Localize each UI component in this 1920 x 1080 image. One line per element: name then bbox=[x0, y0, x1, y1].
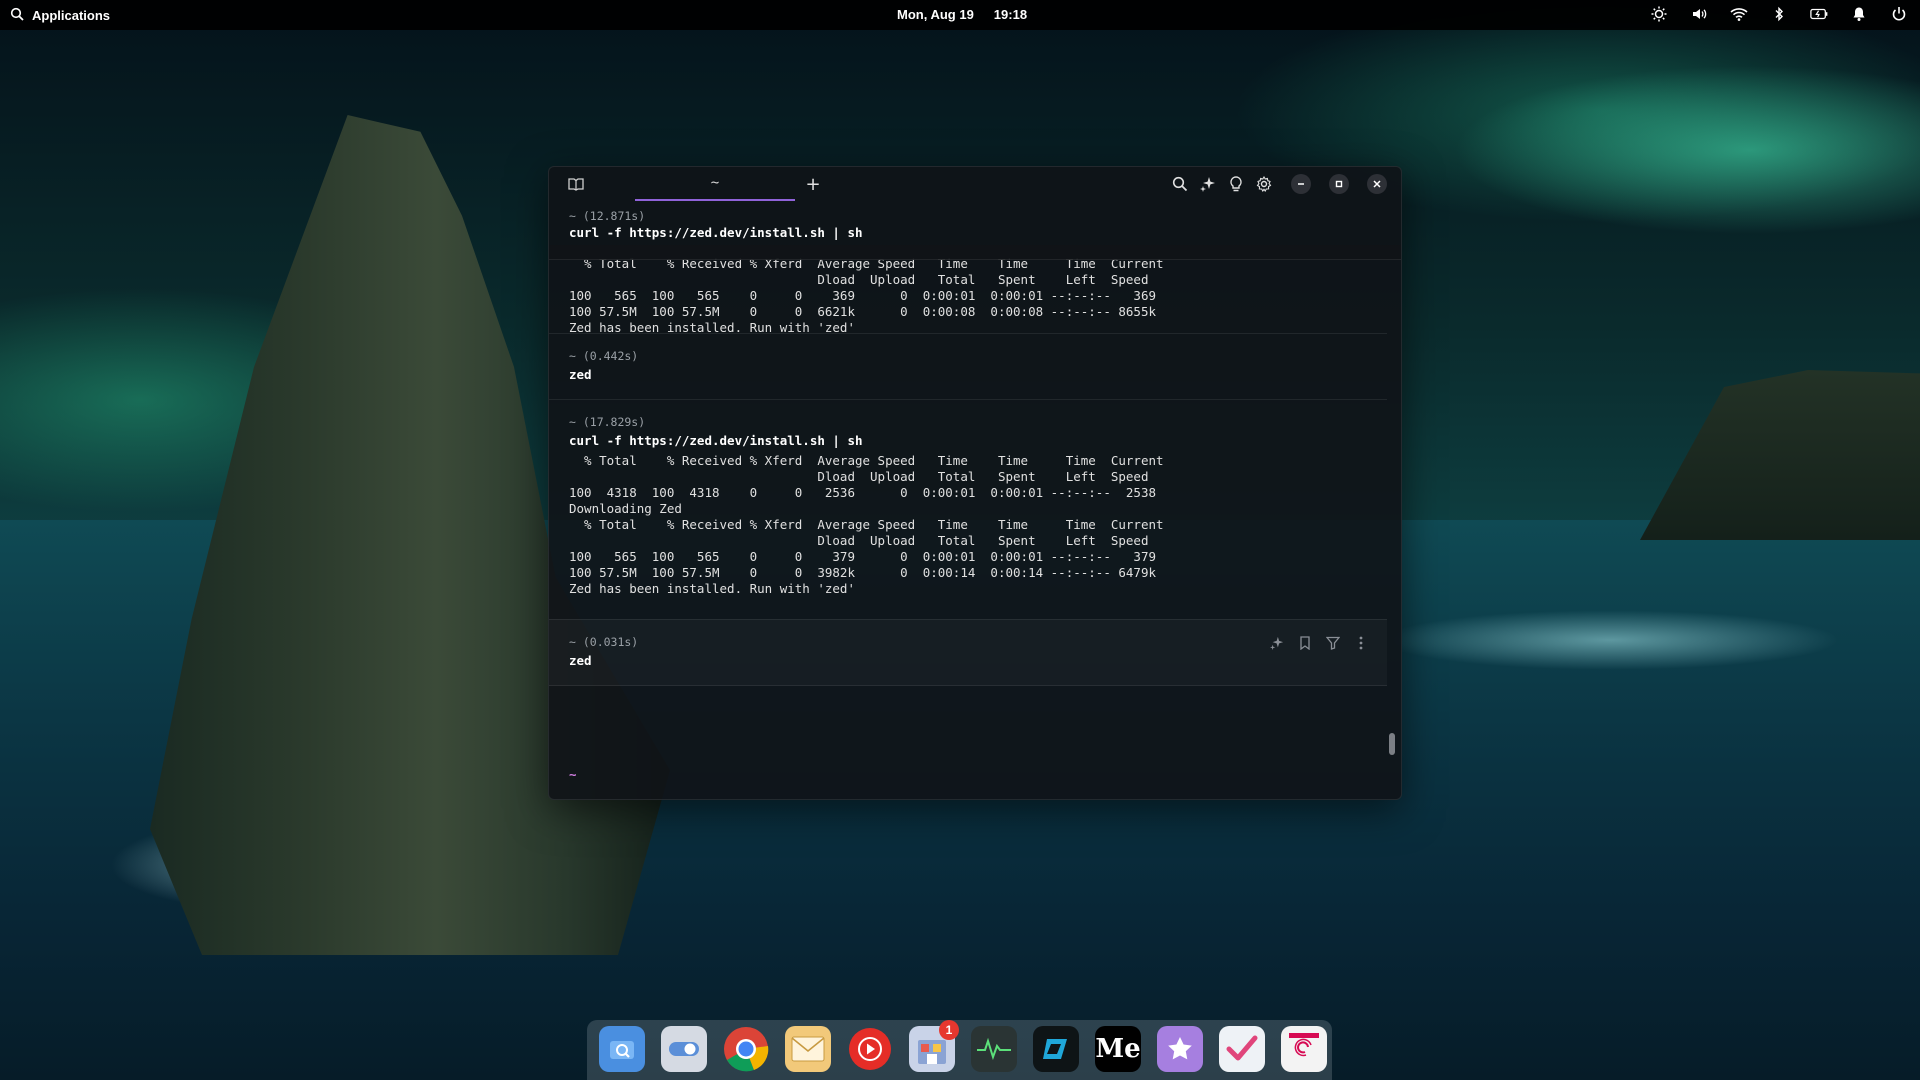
dock-app-monitor[interactable] bbox=[971, 1026, 1017, 1072]
checkmark-icon bbox=[1226, 1035, 1258, 1063]
toggle-icon bbox=[668, 1039, 700, 1059]
applications-menu[interactable]: Applications bbox=[10, 7, 110, 24]
book-icon[interactable] bbox=[567, 175, 585, 193]
magnifier-folder-icon bbox=[607, 1034, 637, 1064]
block-output: % Total % Received % Xferd Average Speed… bbox=[569, 256, 1164, 336]
dock-app-settings[interactable] bbox=[661, 1026, 707, 1072]
dock-app-debian[interactable] bbox=[1281, 1026, 1327, 1072]
terminal-output[interactable]: ~ (12.871s) curl -f https://zed.dev/inst… bbox=[549, 201, 1401, 799]
terminal-window: ~ + ~ (12.871s) curl -f https://zed.dev/… bbox=[548, 166, 1402, 800]
new-tab-button[interactable]: + bbox=[804, 175, 822, 193]
command-block[interactable]: ~ (17.829s) curl -f https://zed.dev/inst… bbox=[549, 399, 1387, 620]
play-icon bbox=[848, 1027, 892, 1071]
battery-icon[interactable] bbox=[1810, 5, 1828, 23]
zed-icon bbox=[1041, 1036, 1071, 1062]
sticky-header-divider bbox=[549, 245, 1401, 260]
system-tray bbox=[1650, 5, 1908, 23]
block-output: % Total % Received % Xferd Average Speed… bbox=[569, 453, 1164, 597]
brightness-icon[interactable] bbox=[1650, 5, 1668, 23]
block-command: curl -f https://zed.dev/install.sh | sh bbox=[569, 433, 863, 448]
wifi-icon[interactable] bbox=[1730, 5, 1748, 23]
pulse-icon bbox=[976, 1037, 1012, 1061]
applications-label: Applications bbox=[32, 8, 110, 23]
bookmark-icon[interactable] bbox=[1297, 635, 1313, 651]
lightbulb-icon[interactable] bbox=[1227, 175, 1245, 193]
search-icon bbox=[10, 7, 24, 24]
close-button[interactable] bbox=[1367, 174, 1387, 194]
dock: 1 Me bbox=[587, 1020, 1332, 1080]
dock-app-tasks[interactable] bbox=[1219, 1026, 1265, 1072]
input-prompt[interactable]: ~ bbox=[569, 767, 577, 782]
datetime-indicator[interactable]: Mon, Aug 19 19:18 bbox=[897, 7, 1027, 22]
filter-icon[interactable] bbox=[1325, 635, 1341, 651]
terminal-titlebar[interactable]: ~ + bbox=[549, 167, 1401, 201]
power-icon[interactable] bbox=[1890, 5, 1908, 23]
more-options-icon[interactable] bbox=[1353, 635, 1369, 651]
time-text: 19:18 bbox=[994, 7, 1027, 22]
block-command: zed bbox=[569, 367, 592, 382]
maximize-button[interactable] bbox=[1329, 174, 1349, 194]
bluetooth-icon[interactable] bbox=[1770, 5, 1788, 23]
dock-app-chrome[interactable] bbox=[723, 1026, 769, 1072]
block-command: curl -f https://zed.dev/install.sh | sh bbox=[569, 225, 863, 240]
top-panel: Applications Mon, Aug 19 19:18 bbox=[0, 0, 1920, 30]
minimize-button[interactable] bbox=[1291, 174, 1311, 194]
block-meta: ~ (12.871s) bbox=[569, 209, 645, 223]
volume-icon[interactable] bbox=[1690, 5, 1708, 23]
dock-app-youtube-music[interactable] bbox=[847, 1026, 893, 1072]
dock-app-files[interactable] bbox=[599, 1026, 645, 1072]
block-meta: ~ (0.442s) bbox=[569, 349, 638, 363]
wallpaper-surf bbox=[1380, 610, 1840, 670]
debian-icon bbox=[1289, 1033, 1319, 1065]
block-actions bbox=[1269, 635, 1369, 651]
dock-app-favorites[interactable] bbox=[1157, 1026, 1203, 1072]
chrome-icon bbox=[723, 1026, 769, 1072]
command-block[interactable]: ~ (12.871s) curl -f https://zed.dev/inst… bbox=[549, 201, 1387, 334]
dock-app-zed[interactable] bbox=[1033, 1026, 1079, 1072]
command-block-selected[interactable]: ~ (0.031s) zed bbox=[549, 619, 1387, 686]
dock-app-appcenter[interactable]: 1 bbox=[909, 1026, 955, 1072]
ai-sparkle-icon[interactable] bbox=[1269, 635, 1285, 651]
block-meta: ~ (0.031s) bbox=[569, 635, 638, 649]
command-block[interactable]: ~ (0.442s) zed bbox=[549, 333, 1387, 400]
settings-gear-icon[interactable] bbox=[1255, 175, 1273, 193]
tab-home[interactable]: ~ bbox=[635, 167, 795, 201]
date-text: Mon, Aug 19 bbox=[897, 7, 974, 22]
scrollbar-thumb[interactable] bbox=[1389, 733, 1395, 755]
notification-badge: 1 bbox=[939, 1020, 959, 1040]
ai-sparkle-icon[interactable] bbox=[1199, 175, 1217, 193]
wallpaper-cliff bbox=[1640, 370, 1920, 540]
star-icon bbox=[1166, 1035, 1194, 1063]
notifications-icon[interactable] bbox=[1850, 5, 1868, 23]
block-meta: ~ (17.829s) bbox=[569, 415, 645, 429]
dock-app-mail[interactable] bbox=[785, 1026, 831, 1072]
block-command: zed bbox=[569, 653, 592, 668]
dock-app-medium[interactable]: Me bbox=[1095, 1026, 1141, 1072]
envelope-icon bbox=[791, 1036, 825, 1062]
search-icon[interactable] bbox=[1171, 175, 1189, 193]
